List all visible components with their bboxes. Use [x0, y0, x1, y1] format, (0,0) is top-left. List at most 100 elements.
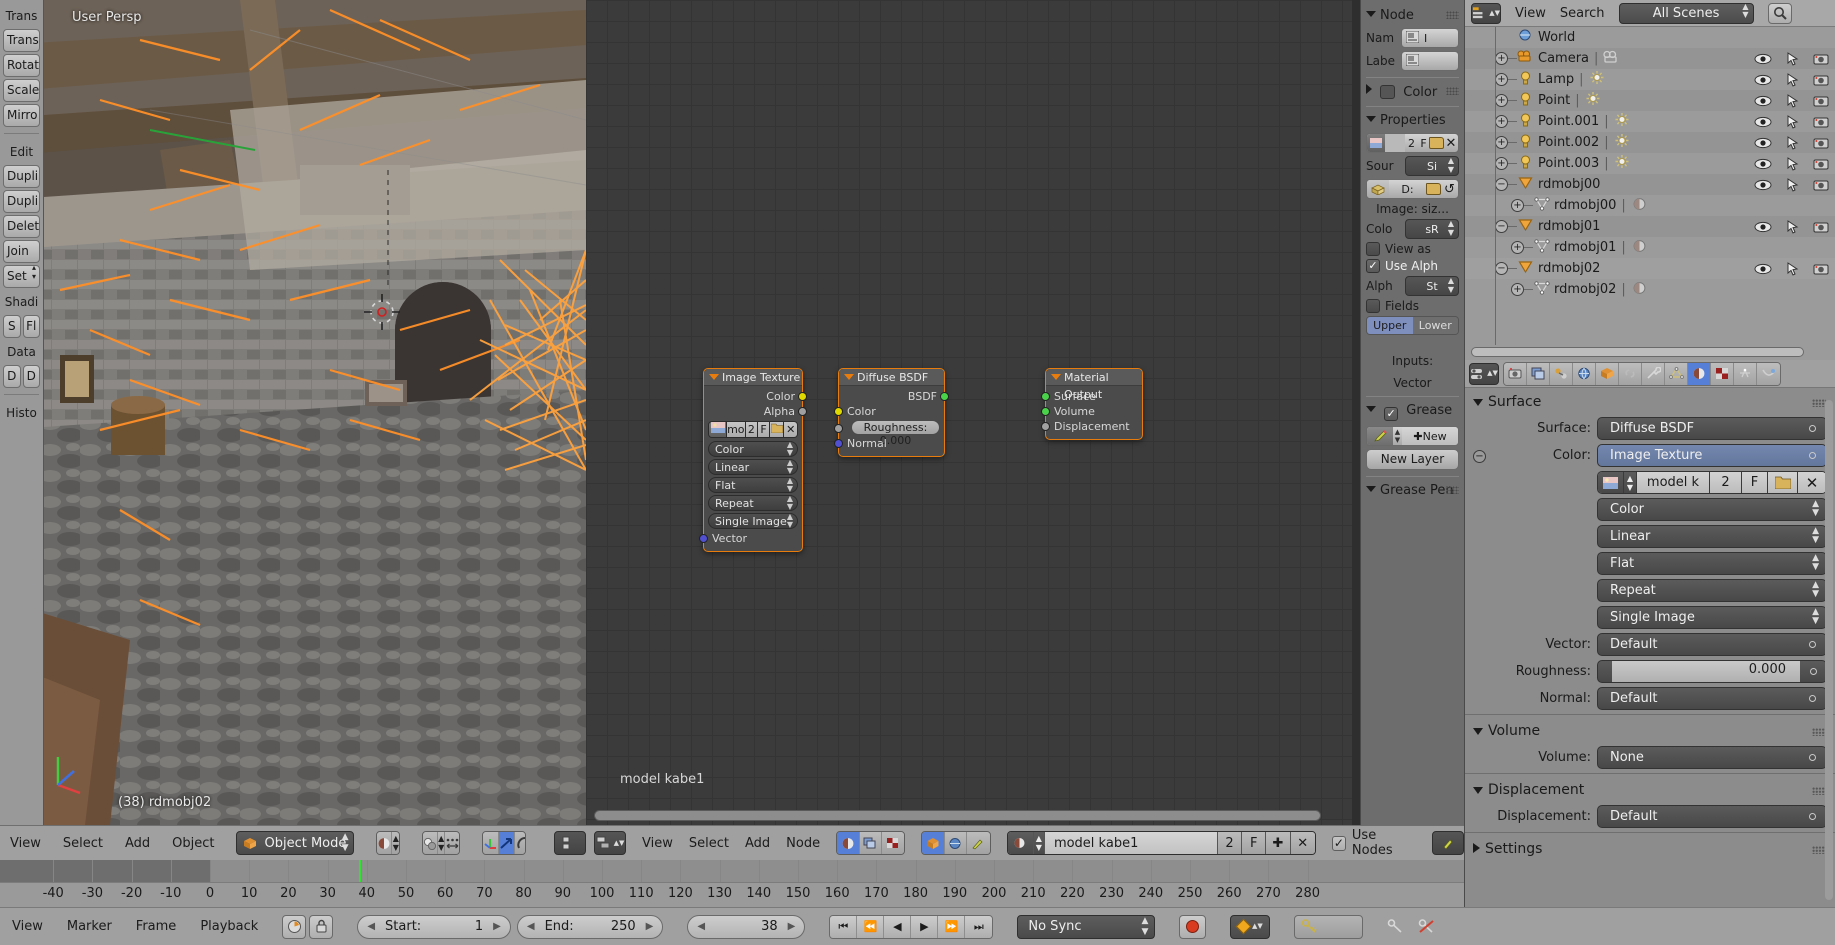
collapse-triangle-icon-3[interactable]: [1366, 406, 1376, 412]
panel-view-as-row[interactable]: View as: [1366, 242, 1459, 256]
lamp-data-icon[interactable]: [1614, 112, 1631, 131]
viewport-menu-select[interactable]: Select: [63, 836, 103, 851]
editor-type-node-icon[interactable]: ▲▼: [594, 831, 626, 855]
node-socket-color-out[interactable]: Color: [708, 389, 807, 404]
outliner-expand-toggle[interactable]: +: [1495, 157, 1508, 170]
source-row[interactable]: Single Image ▲ ▼: [1465, 604, 1835, 631]
panel-fields-row[interactable]: Fields: [1366, 299, 1459, 313]
node-editor-horizontal-scrollbar[interactable]: [586, 810, 1329, 821]
outliner-row[interactable]: − rdmobj00: [1465, 174, 1835, 195]
field-order-upper[interactable]: Upper: [1367, 317, 1413, 334]
expand-triangle-icon[interactable]: [1366, 84, 1372, 94]
outliner-restriction-toggles[interactable]: [1754, 156, 1829, 171]
properties-tab-group[interactable]: [1503, 361, 1781, 386]
node-menu-node[interactable]: Node: [786, 836, 820, 851]
node-editor-spinner-icon[interactable]: ▲▼: [614, 839, 625, 847]
renderability-camera-icon[interactable]: [1813, 94, 1829, 108]
material-new-button[interactable]: ✚: [1266, 832, 1291, 854]
renderability-camera-icon[interactable]: [1813, 136, 1829, 150]
selectability-cursor-icon[interactable]: [1786, 219, 1799, 234]
layers-widget-icon[interactable]: [553, 831, 586, 855]
outliner-row[interactable]: + rdmobj01 |: [1465, 237, 1835, 258]
tool-translate-button[interactable]: Trans: [3, 29, 40, 52]
material-browse-spinner[interactable]: ▲ ▼: [1033, 832, 1045, 854]
colorspace-row[interactable]: Color ▲ ▼: [1465, 496, 1835, 523]
surface-panel-header[interactable]: Surface: [1465, 388, 1835, 415]
start-increment-arrow[interactable]: ▶: [493, 921, 501, 932]
outliner-row[interactable]: + Point.003 |: [1465, 153, 1835, 174]
renderability-camera-icon[interactable]: [1813, 73, 1829, 87]
lamp-data-icon[interactable]: [1614, 154, 1631, 173]
volume-panel-header[interactable]: Volume: [1465, 717, 1835, 744]
tab-scene[interactable]: [1550, 362, 1573, 385]
image-name-field[interactable]: mo: [727, 422, 746, 437]
visibility-eye-icon[interactable]: [1754, 74, 1772, 86]
extension-row[interactable]: Repeat ▲ ▼: [1465, 577, 1835, 604]
outliner-row[interactable]: + Point |: [1465, 90, 1835, 111]
insert-keyframe-icon[interactable]: [1387, 919, 1404, 934]
outliner-expand-toggle[interactable]: −: [1495, 220, 1508, 233]
keying-set-dropdown[interactable]: ▲▼: [1230, 914, 1271, 939]
outliner-menu-view[interactable]: View: [1515, 6, 1546, 21]
tool-scale-button[interactable]: Scale: [3, 79, 40, 102]
node-socket-surface-in[interactable]: Surface: [1041, 389, 1138, 404]
tool-shade-flat-button[interactable]: Fl: [22, 315, 40, 338]
alpha-mode-value[interactable]: St ▲ ▼: [1405, 276, 1459, 296]
renderability-camera-icon[interactable]: [1813, 262, 1829, 276]
tool-shade-smooth-button[interactable]: S: [3, 315, 21, 338]
start-value[interactable]: 1: [431, 919, 483, 934]
jump-to-end-icon[interactable]: ⏭: [965, 915, 993, 938]
tab-render[interactable]: [1504, 362, 1527, 385]
projection-row[interactable]: Flat ▲ ▼: [1465, 550, 1835, 577]
panel-source-value[interactable]: Si ▲ ▼: [1405, 156, 1459, 176]
outliner-row-label[interactable]: Camera: [1538, 51, 1589, 66]
node-color-section-header[interactable]: Color: [1366, 84, 1459, 100]
outliner-row-label[interactable]: Lamp: [1538, 72, 1574, 87]
socket-dot-normal[interactable]: [834, 439, 843, 448]
collapse-triangle-icon[interactable]: [1473, 399, 1483, 406]
shader-type-group[interactable]: [836, 831, 906, 855]
timeline-menu-playback[interactable]: Playback: [200, 919, 258, 934]
node-pin-icon[interactable]: [1432, 831, 1465, 855]
panel-pack-row[interactable]: D: ↺: [1366, 179, 1459, 199]
outliner-row[interactable]: + rdmobj00 |: [1465, 195, 1835, 216]
material-icon[interactable]: [1631, 281, 1648, 299]
visibility-eye-icon[interactable]: [1754, 95, 1772, 107]
shading-mode-group[interactable]: ▲ ▼: [376, 831, 401, 855]
visibility-eye-icon[interactable]: [1754, 53, 1772, 65]
panel-use-alpha-row[interactable]: ✓ Use Alph: [1366, 259, 1459, 273]
frame-end-field[interactable]: ◀ End: 250 ▶: [516, 914, 664, 939]
image-users-count[interactable]: 2: [745, 422, 759, 437]
selectability-cursor-icon[interactable]: [1786, 156, 1799, 171]
collapse-triangle-icon[interactable]: [1051, 374, 1061, 380]
visibility-eye-icon[interactable]: [1754, 158, 1772, 170]
volume-row[interactable]: Volume: None: [1465, 744, 1835, 771]
timeline-toggles[interactable]: [282, 914, 334, 939]
pencil-icon[interactable]: [1367, 427, 1393, 445]
panel-image-open-icon[interactable]: [1429, 137, 1444, 149]
image-open-icon[interactable]: [1768, 472, 1798, 493]
play-reverse-icon[interactable]: ◀: [884, 915, 912, 938]
outliner-expand-toggle[interactable]: +: [1511, 283, 1524, 296]
node-menu-view[interactable]: View: [642, 836, 673, 851]
tab-object-data[interactable]: [1665, 362, 1688, 385]
displacement-value[interactable]: Default: [1597, 805, 1827, 828]
panel-image-fake-user[interactable]: F: [1418, 137, 1429, 150]
tool-rotate-button[interactable]: Rotat: [3, 54, 40, 77]
outliner-restriction-toggles[interactable]: [1754, 114, 1829, 129]
keyframe-tools[interactable]: [1387, 919, 1435, 934]
reload-icon[interactable]: ↺: [1441, 182, 1458, 197]
roughness-slider[interactable]: 0.000: [1597, 660, 1827, 683]
grease-pencil-section-header[interactable]: ✓ Grease: [1366, 403, 1459, 421]
visibility-eye-icon[interactable]: [1754, 116, 1772, 128]
node-roughness-slider[interactable]: Roughness: 0.000: [851, 420, 940, 447]
outliner-header[interactable]: ▲▼ View Search All Scenes ▲ ▼: [1465, 0, 1835, 27]
object-shader-icon[interactable]: [922, 832, 945, 854]
fields-checkbox[interactable]: [1366, 299, 1380, 313]
pivot-group[interactable]: ▲ ▼: [422, 831, 460, 855]
displacement-row[interactable]: Displacement: Default: [1465, 803, 1835, 830]
tab-physics[interactable]: [1757, 362, 1780, 385]
gp-new-button[interactable]: ✚ New: [1402, 427, 1458, 445]
node-dropdown-source[interactable]: Single Image ▲ ▼: [708, 513, 798, 529]
outliner-restriction-toggles[interactable]: [1754, 261, 1829, 276]
